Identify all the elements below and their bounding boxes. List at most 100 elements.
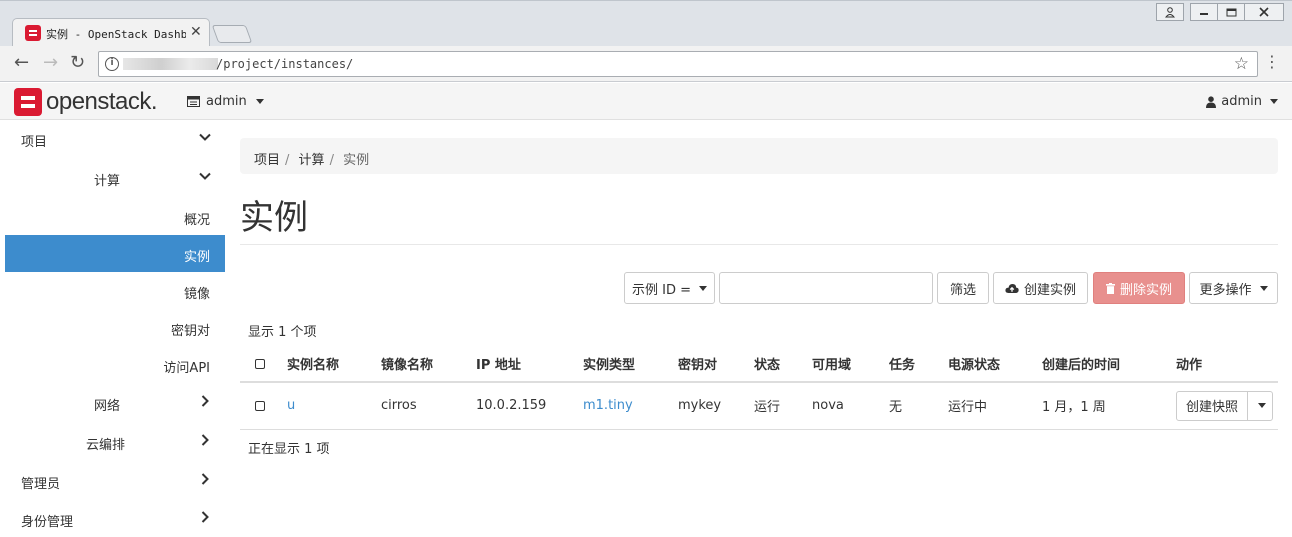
instances-table: 实例名称 镜像名称 IP 地址 实例类型 密钥对 状态 可用域 任务 电源状态 … (240, 346, 1278, 430)
sidebar-item-compute[interactable]: 计算 (5, 159, 225, 196)
table-header-row: 实例名称 镜像名称 IP 地址 实例类型 密钥对 状态 可用域 任务 电源状态 … (240, 346, 1278, 383)
close-window-icon[interactable] (1244, 3, 1284, 21)
sidebar-item-label: 身份管理 (21, 515, 74, 530)
project-list-icon (187, 96, 200, 107)
sidebar-item-label: 管理员 (21, 477, 61, 492)
chevron-right-icon (199, 470, 211, 489)
column-header[interactable]: 实例名称 (287, 346, 381, 383)
filter-input[interactable] (719, 272, 933, 304)
new-tab-button[interactable] (211, 25, 253, 43)
keypair-cell: mykey (678, 382, 754, 430)
sidebar-item-label: 网络 (94, 399, 121, 414)
create-instance-button[interactable]: 创建实例 (993, 272, 1088, 304)
reload-icon[interactable]: ↻ (70, 54, 85, 72)
row-action-group: 创建快照 (1176, 390, 1274, 421)
more-actions-label: 更多操作 (1199, 282, 1252, 298)
sidebar-item-instances[interactable]: 实例 (5, 235, 225, 272)
dashboard-header: openstack. admin admin (0, 83, 1292, 120)
window-controls (1156, 3, 1284, 21)
project-switcher[interactable]: admin (187, 94, 264, 109)
delete-instances-label: 删除实例 (1119, 282, 1172, 298)
profile-icon[interactable] (1156, 3, 1184, 21)
browser-menu-icon[interactable]: ⋮ (1264, 54, 1280, 70)
sidebar-item-label: 计算 (94, 174, 121, 189)
page-title: 实例 (240, 198, 308, 238)
age-cell: 1 月，1 周 (1042, 382, 1176, 430)
user-name: admin (1221, 94, 1262, 109)
sidebar-item-project[interactable]: 项目 (5, 120, 225, 157)
forward-arrow-icon[interactable]: → (43, 54, 58, 72)
browser-toolbar: ← → ↻ i /project/instances/ ☆ ⋮ (0, 46, 1292, 82)
column-header: 动作 (1176, 346, 1278, 383)
column-header[interactable]: 任务 (889, 346, 948, 383)
logo-text: openstack. (46, 88, 158, 115)
blurred-host (123, 58, 218, 70)
task-cell: 无 (889, 382, 948, 430)
sidebar-item-api-access[interactable]: 访问API (5, 346, 225, 383)
column-header[interactable]: 状态 (754, 346, 812, 383)
sidebar-item-identity[interactable]: 身份管理 (5, 500, 225, 537)
create-instance-label: 创建实例 (1023, 282, 1076, 298)
user-icon (1206, 95, 1217, 108)
caret-down-icon (255, 99, 264, 104)
column-header[interactable]: 镜像名称 (381, 346, 476, 383)
openstack-logo[interactable]: openstack. (14, 88, 158, 116)
filter-field-label: 示例 ID = (631, 282, 691, 298)
column-header[interactable]: 密钥对 (678, 346, 754, 383)
instance-name-link[interactable]: u (287, 398, 295, 413)
sidebar-item-overview[interactable]: 概况 (5, 198, 225, 235)
breadcrumb-separator: / (285, 153, 290, 168)
sidebar: 项目 计算 概况 实例 镜像 密钥对 访问API 网络 云编排 管理员 身份管理 (5, 120, 225, 534)
sidebar-item-label: 实例 (183, 250, 210, 265)
user-menu[interactable]: admin (1206, 94, 1278, 109)
ip-address-cell: 10.0.2.159 (476, 382, 583, 430)
sidebar-item-network[interactable]: 网络 (5, 384, 225, 421)
tab-close-icon[interactable]: ✕ (190, 24, 202, 40)
filter-button[interactable]: 筛选 (937, 272, 989, 304)
breadcrumb-item[interactable]: 项目 (254, 153, 280, 168)
caret-down-icon (1259, 285, 1268, 291)
create-snapshot-button[interactable]: 创建快照 (1177, 391, 1249, 420)
openstack-favicon-icon (25, 25, 41, 41)
bookmark-star-icon[interactable]: ☆ (1234, 54, 1249, 74)
address-bar[interactable]: i /project/instances/ ☆ (98, 51, 1258, 77)
column-header[interactable]: 创建后的时间 (1042, 346, 1176, 383)
status-cell: 运行 (754, 382, 812, 430)
info-icon[interactable]: i (105, 57, 119, 71)
filter-button-label: 筛选 (949, 282, 976, 298)
sidebar-item-admin[interactable]: 管理员 (5, 462, 225, 499)
filter-field-select[interactable]: 示例 ID = (624, 272, 715, 304)
sidebar-item-images[interactable]: 镜像 (5, 272, 225, 309)
column-header[interactable]: 实例类型 (583, 346, 678, 383)
chevron-right-icon (199, 392, 211, 411)
row-checkbox[interactable] (255, 400, 265, 411)
power-state-cell: 运行中 (948, 382, 1042, 430)
chevron-right-icon (199, 508, 211, 527)
tab-title: 实例 - OpenStack Dashb (46, 28, 186, 41)
column-header[interactable]: 电源状态 (948, 346, 1042, 383)
sidebar-item-label: 云编排 (86, 438, 126, 453)
minimize-icon[interactable] (1190, 3, 1218, 21)
back-arrow-icon[interactable]: ← (14, 54, 29, 72)
flavor-link[interactable]: m1.tiny (583, 398, 633, 413)
sidebar-item-orchestration[interactable]: 云编排 (5, 423, 225, 460)
sidebar-item-keypairs[interactable]: 密钥对 (5, 309, 225, 346)
breadcrumb-item[interactable]: 计算 (299, 153, 325, 168)
sidebar-item-label: 密钥对 (170, 324, 210, 339)
browser-tab[interactable]: 实例 - OpenStack Dashb ✕ (12, 18, 210, 47)
more-actions-button[interactable]: 更多操作 (1189, 272, 1278, 304)
row-actions-dropdown-toggle[interactable] (1248, 392, 1272, 420)
maximize-icon[interactable] (1217, 3, 1245, 21)
breadcrumb-separator: / (329, 153, 334, 168)
browser-tab-strip: 实例 - OpenStack Dashb ✕ (0, 0, 1292, 47)
sidebar-item-label: 项目 (21, 135, 48, 150)
select-all-checkbox[interactable] (255, 358, 265, 369)
caret-down-icon (1270, 99, 1278, 104)
delete-instances-button[interactable]: 删除实例 (1093, 272, 1185, 304)
column-header[interactable]: 可用域 (812, 346, 889, 383)
chevron-down-icon (199, 128, 211, 147)
column-header[interactable]: IP 地址 (476, 346, 583, 383)
sidebar-item-label: 镜像 (183, 287, 210, 302)
image-name-cell: cirros (381, 382, 476, 430)
item-count-bottom: 正在显示 1 项 (248, 442, 330, 457)
